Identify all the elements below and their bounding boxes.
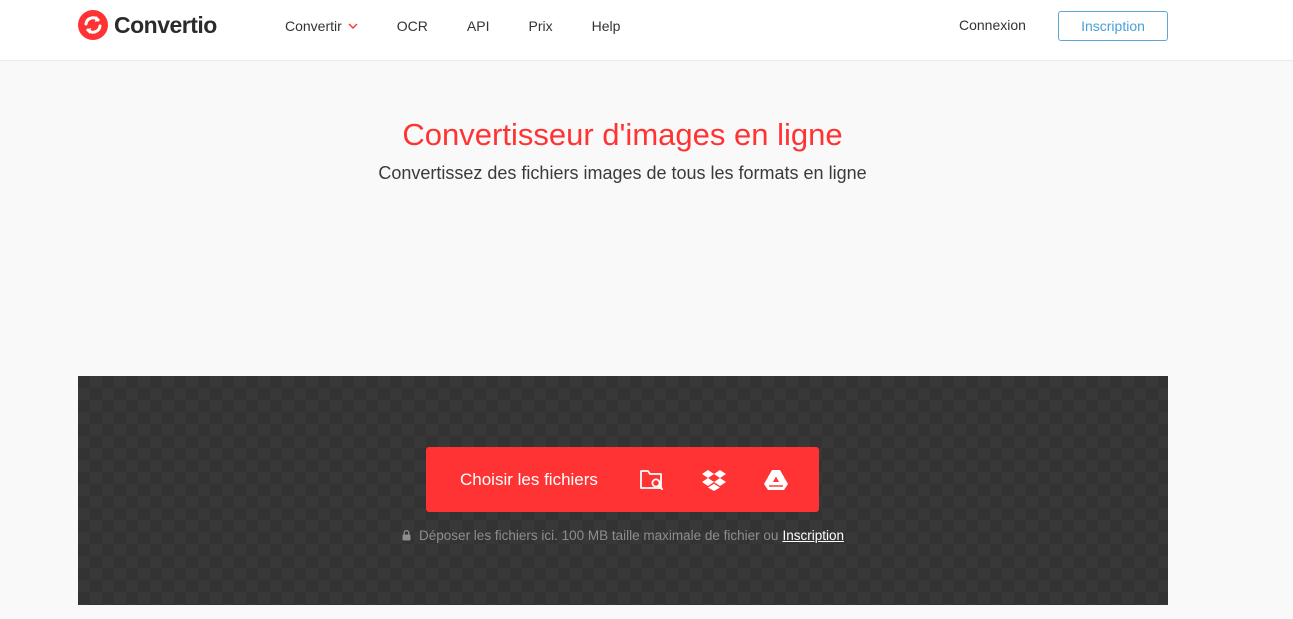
- google-drive-button[interactable]: [752, 447, 800, 512]
- brand-name: Convertio: [114, 11, 217, 38]
- convertio-logo-icon: [78, 10, 108, 40]
- folder-search-button[interactable]: [628, 447, 676, 512]
- nav-item-api[interactable]: API: [467, 18, 490, 34]
- nav-item-prix[interactable]: Prix: [529, 18, 553, 34]
- file-drop-zone[interactable]: Choisir les fichiers Déposer les fichier…: [78, 376, 1168, 605]
- convertio-logo[interactable]: Convertio: [78, 10, 217, 40]
- chevron-down-icon: [348, 23, 358, 29]
- main-nav: Convertir OCR API Prix Help: [285, 0, 659, 52]
- nav-item-ocr[interactable]: OCR: [397, 18, 428, 34]
- top-header: Convertio Convertir OCR API Prix Help Co…: [0, 0, 1293, 61]
- nav-item-label: Convertir: [285, 18, 342, 34]
- file-source-bar: Choisir les fichiers: [426, 447, 819, 512]
- drop-instructions: Déposer les fichiers ici. 100 MB taille …: [78, 528, 1168, 543]
- page-title: Convertisseur d'images en ligne: [402, 117, 843, 152]
- nav-item-help[interactable]: Help: [592, 18, 621, 34]
- nav-item-convertir[interactable]: Convertir: [285, 18, 358, 34]
- nav-item-label: Help: [591, 18, 621, 34]
- nav-item-label: OCR: [396, 18, 428, 34]
- choose-files-button[interactable]: Choisir les fichiers: [426, 447, 628, 512]
- dropbox-button[interactable]: [690, 447, 738, 512]
- dropbox-icon: [701, 469, 726, 491]
- lock-icon: [402, 530, 411, 541]
- page-subtitle: Convertissez des fichiers images de tous…: [378, 163, 867, 183]
- nav-item-label: Prix: [528, 18, 553, 34]
- folder-search-icon: [640, 469, 663, 490]
- signup-button[interactable]: Inscription: [1058, 11, 1168, 41]
- google-drive-icon: [763, 469, 788, 490]
- nav-item-label: API: [466, 18, 490, 34]
- drop-note-text: Déposer les fichiers ici. 100 MB taille …: [419, 528, 779, 543]
- login-link[interactable]: Connexion: [959, 17, 1026, 33]
- signup-link[interactable]: Inscription: [782, 528, 844, 543]
